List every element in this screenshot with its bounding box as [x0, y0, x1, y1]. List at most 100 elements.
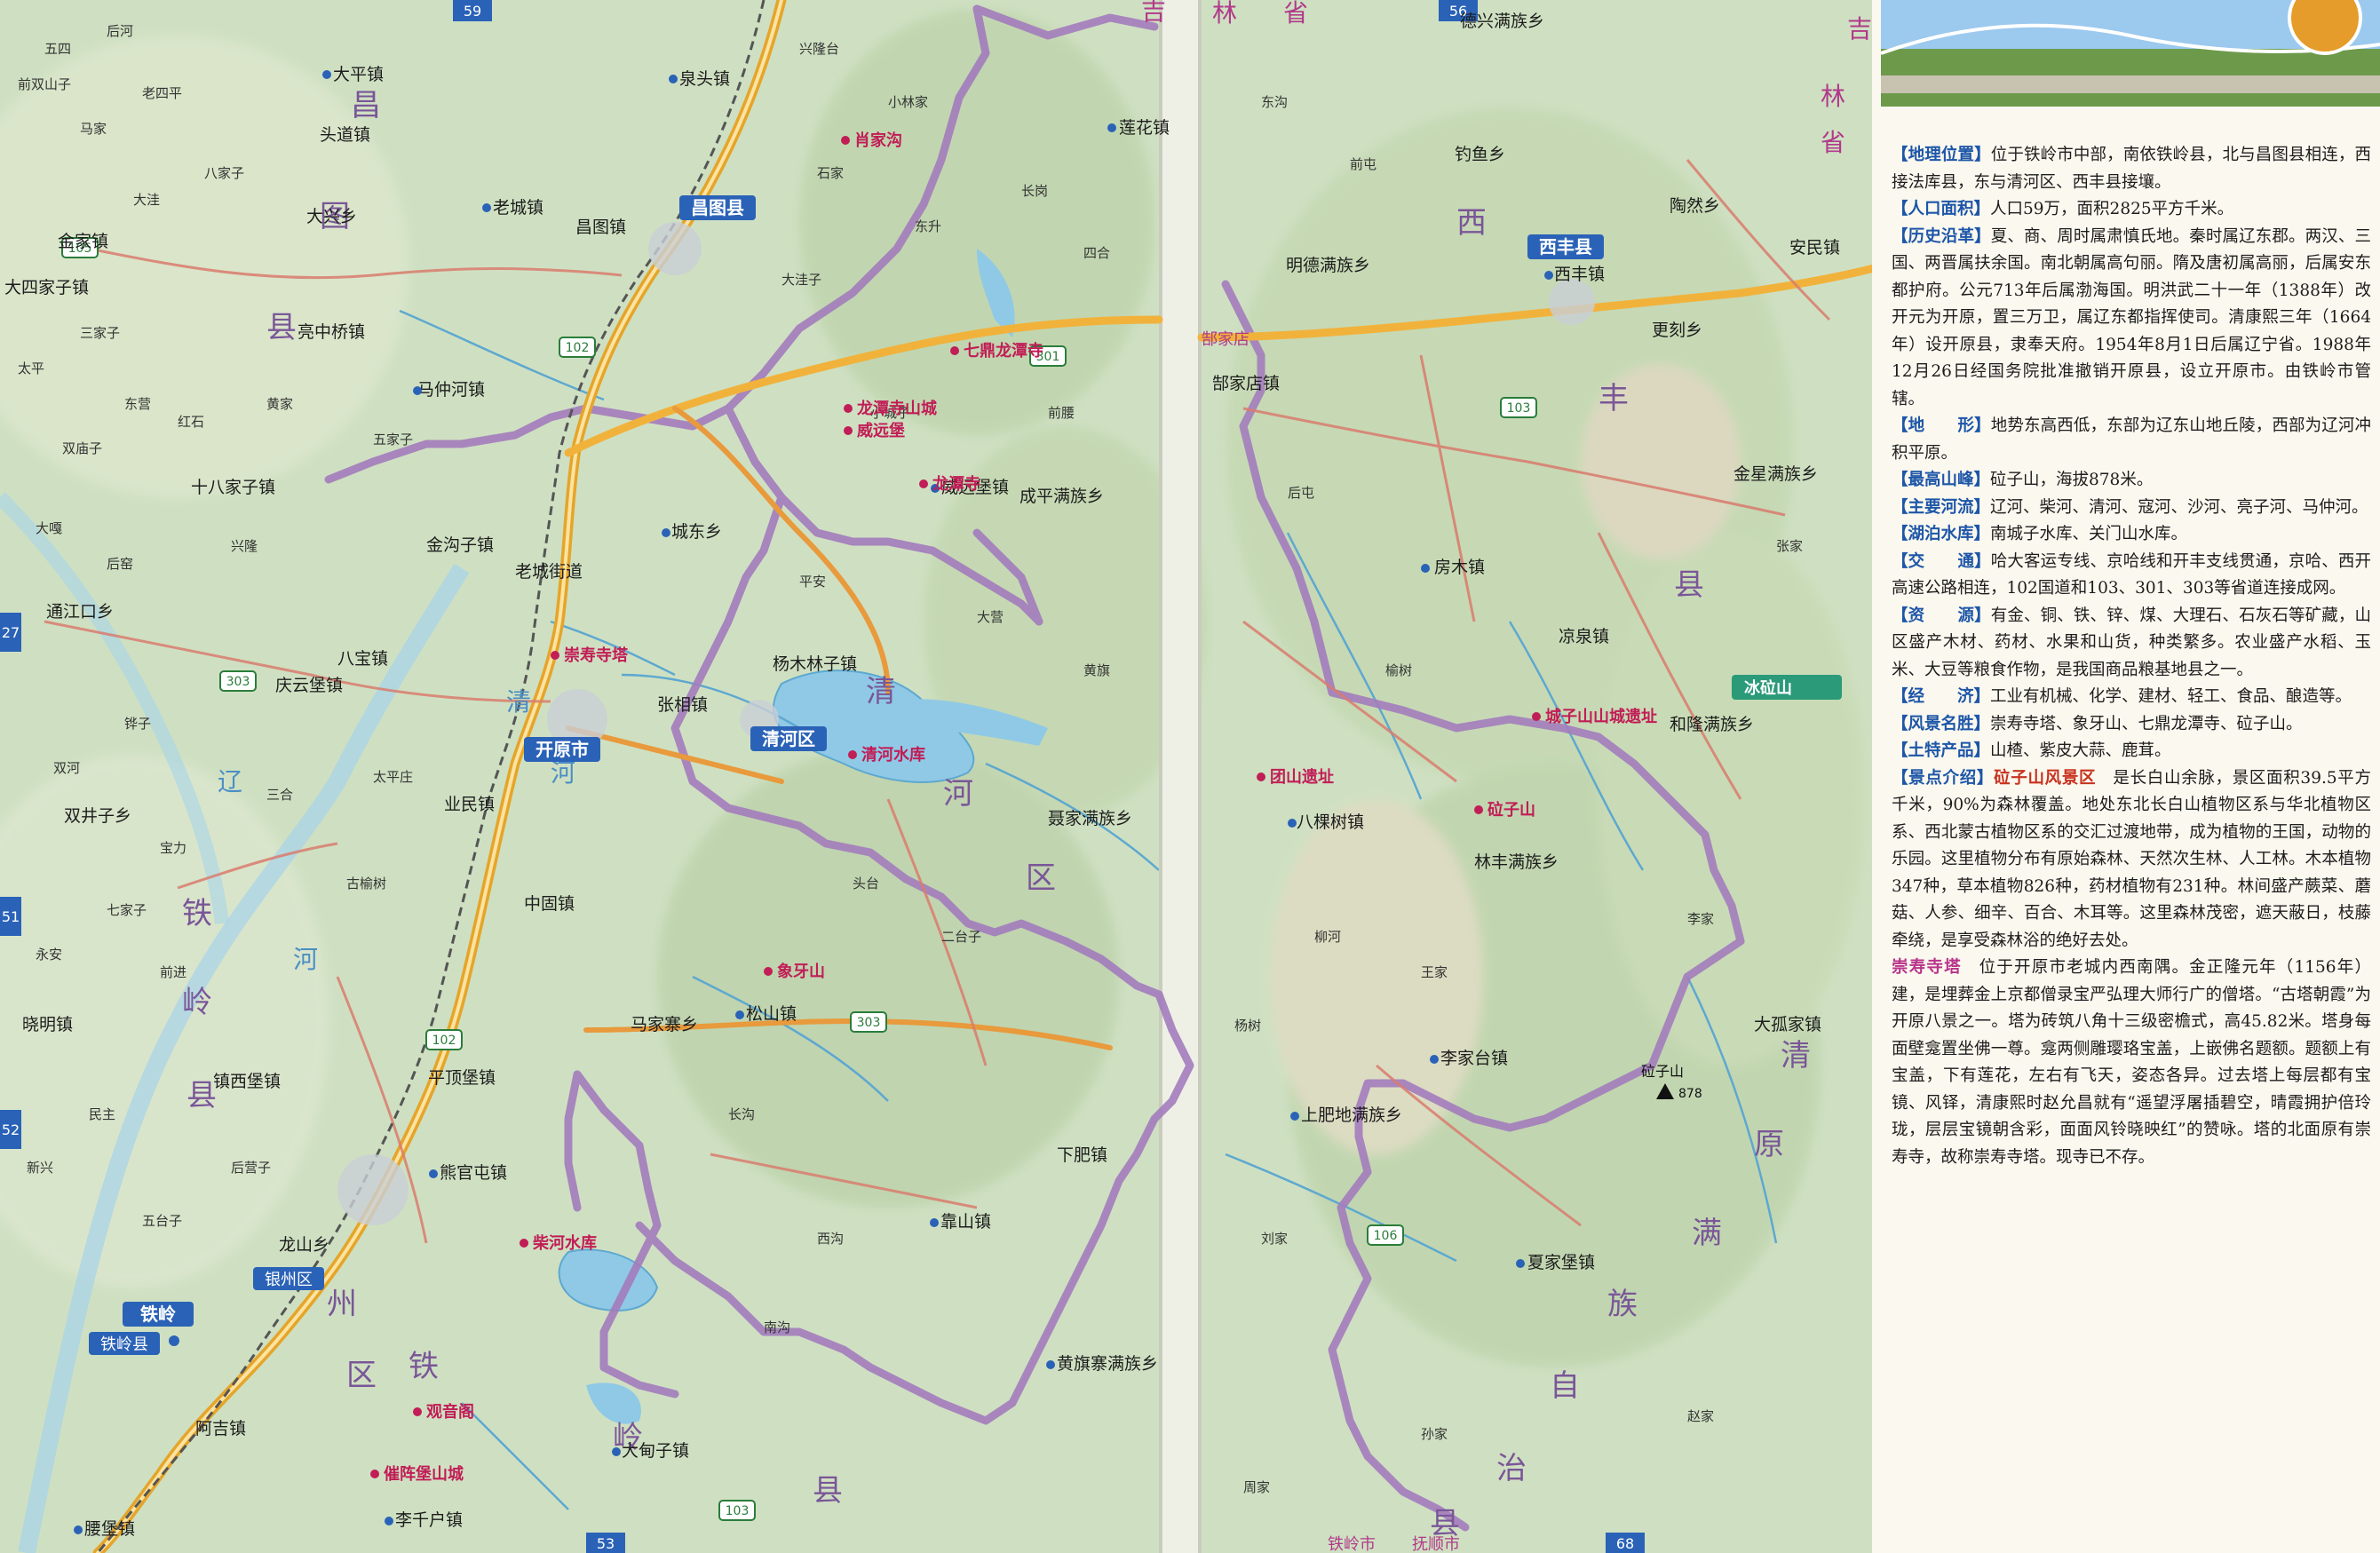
svg-text:大洼: 大洼	[133, 192, 160, 208]
svg-text:开原市: 开原市	[536, 739, 589, 760]
svg-text:砬子山: 砬子山	[1641, 1063, 1684, 1080]
svg-text:南沟: 南沟	[764, 1319, 790, 1335]
svg-text:西丰镇: 西丰镇	[1554, 265, 1605, 284]
info-section-text: 夏、商、周时属肃慎氏地。秦时属辽东郡。两汉、三国、两晋属扶余国。南北朝属高句丽。…	[1892, 226, 2371, 408]
svg-text:金星满族乡: 金星满族乡	[1733, 464, 1818, 484]
svg-text:102: 102	[566, 341, 590, 355]
scenic-photo	[1881, 0, 2380, 107]
region-label: 清	[1781, 1038, 1811, 1074]
svg-text:七鼎龙潭寺: 七鼎龙潭寺	[964, 341, 1043, 361]
info-section-text: 位于开原市老城内西南隅。金正隆元年（1156年）建，是埋葬金上京都僧录宝严弘理大…	[1892, 958, 2371, 1167]
svg-text:八家子: 八家子	[204, 165, 244, 181]
region-label: 治	[1496, 1451, 1527, 1486]
svg-text:后营子: 后营子	[231, 1160, 271, 1176]
svg-text:观音阁: 观音阁	[426, 1402, 474, 1422]
info-sidebar: 【地理位置】位于铁岭市中部，南依铁岭县，北与昌图县相连，西接法库县，东与清河区、…	[1881, 0, 2380, 1553]
svg-text:八棵树镇: 八棵树镇	[1297, 812, 1364, 832]
region-label: 区	[346, 1358, 377, 1393]
info-section-key: 【湖泊水库】	[1892, 525, 1991, 543]
svg-text:大甸子镇: 大甸子镇	[622, 1441, 689, 1461]
svg-text:业民镇: 业民镇	[444, 795, 495, 814]
svg-text:砬子山: 砬子山	[1488, 800, 1535, 820]
river-label: 河	[293, 945, 318, 974]
svg-text:十八家子镇: 十八家子镇	[191, 478, 275, 497]
info-section: 【景点介绍】砬子山风景区 是长白山余脉，景区面积39.5平方千米，90%为森林覆…	[1892, 765, 2371, 955]
svg-text:杨树: 杨树	[1234, 1018, 1261, 1034]
svg-text:聂家满族乡: 聂家满族乡	[1048, 809, 1132, 828]
info-text: 【地理位置】位于铁岭市中部，南依铁岭县，北与昌图县相连，西接法库县，东与清河区、…	[1892, 142, 2371, 1171]
svg-text:李千户镇: 李千户镇	[395, 1510, 463, 1530]
info-section-key: 【风景名胜】	[1892, 714, 1991, 733]
info-section-key: 【地 形】	[1892, 416, 1991, 435]
svg-text:八宝镇: 八宝镇	[337, 649, 388, 669]
poi-marker: 冰砬山	[1732, 675, 1842, 700]
svg-text:腰堡镇: 腰堡镇	[84, 1519, 135, 1539]
svg-text:柳河: 柳河	[1314, 929, 1341, 945]
svg-text:后河: 后河	[107, 23, 133, 39]
info-section-key: 【交 通】	[1892, 551, 1991, 571]
region-label: 县	[813, 1473, 843, 1509]
info-section: 【最高山峰】砬子山，海拔878米。	[1892, 467, 2371, 495]
svg-text:陶然乡: 陶然乡	[1670, 196, 1720, 216]
info-section: 崇寿寺塔 位于开原市老城内西南隅。金正隆元年（1156年）建，是埋葬金上京都僧录…	[1892, 955, 2371, 1171]
info-section-text: 砬子山，海拔878米。	[1990, 471, 2154, 489]
svg-text:三家子: 三家子	[80, 325, 120, 341]
region-label: 族	[1607, 1287, 1638, 1322]
svg-text:镇西堡镇: 镇西堡镇	[213, 1072, 281, 1091]
svg-text:小林家: 小林家	[888, 94, 928, 110]
svg-text:后窑: 后窑	[107, 556, 133, 572]
svg-text:催阵堡山城: 催阵堡山城	[384, 1464, 464, 1484]
svg-text:赵家: 赵家	[1687, 1408, 1714, 1424]
svg-text:龙潭寺山城: 龙潭寺山城	[857, 399, 937, 418]
poi-marker: 催阵堡山城	[370, 1464, 464, 1484]
svg-text:黄旗寨满族乡: 黄旗寨满族乡	[1057, 1354, 1158, 1374]
svg-text:林丰满族乡: 林丰满族乡	[1474, 852, 1559, 872]
svg-text:银州区: 银州区	[265, 1271, 313, 1289]
svg-text:平顶堡镇: 平顶堡镇	[428, 1068, 496, 1088]
region-label: 满	[1692, 1216, 1722, 1251]
svg-text:清河水库: 清河水库	[861, 745, 925, 765]
svg-text:龙山乡: 龙山乡	[279, 1235, 329, 1255]
svg-text:清河区: 清河区	[762, 728, 815, 749]
svg-text:榆树: 榆树	[1385, 662, 1412, 678]
svg-text:团山遗址: 团山遗址	[1270, 767, 1334, 787]
info-section-key: 【地理位置】	[1892, 146, 1991, 164]
info-section-key: 【景点介绍】	[1892, 768, 1995, 788]
svg-text:通江口乡: 通江口乡	[46, 602, 114, 622]
svg-text:郜家店镇: 郜家店镇	[1212, 374, 1280, 393]
grid-number: 68	[1616, 1535, 1634, 1552]
info-section-text: 是长白山余脉，景区面积39.5平方千米，90%为森林覆盖。地处东北长白山植物区系…	[1892, 768, 2371, 950]
svg-text:抚顺市: 抚顺市	[1412, 1535, 1460, 1553]
svg-text:铁岭: 铁岭	[140, 1303, 176, 1325]
svg-text:103: 103	[1507, 401, 1531, 416]
svg-text:李家: 李家	[1687, 911, 1714, 927]
map-frame	[1872, 0, 1881, 1553]
svg-text:张相镇: 张相镇	[657, 695, 708, 715]
svg-text:西沟: 西沟	[817, 1231, 844, 1247]
river-label: 河	[551, 758, 575, 788]
svg-text:马仲河镇: 马仲河镇	[417, 380, 485, 400]
svg-text:肖家沟: 肖家沟	[854, 131, 902, 150]
region-label: 河	[943, 776, 973, 812]
region-label: 吉	[1141, 0, 1166, 26]
svg-text:铁岭市: 铁岭市	[1328, 1535, 1376, 1553]
svg-text:长岗: 长岗	[1021, 183, 1048, 199]
svg-text:106: 106	[1374, 1229, 1398, 1243]
svg-text:城子山山城遗址: 城子山山城遗址	[1545, 707, 1657, 726]
region-label: 县	[266, 310, 297, 345]
svg-text:城东乡: 城东乡	[671, 522, 722, 542]
svg-text:明德满族乡: 明德满族乡	[1286, 256, 1370, 275]
svg-text:长沟: 长沟	[728, 1106, 755, 1122]
road-shield: 106	[1367, 1224, 1404, 1246]
svg-text:大洼子: 大洼子	[781, 272, 821, 288]
info-section: 【历史沿革】夏、商、周时属肃慎氏地。秦时属辽东郡。两汉、三国、两晋属扶余国。南北…	[1892, 224, 2371, 414]
info-section-key: 【经 济】	[1892, 687, 1991, 706]
svg-text:古榆树: 古榆树	[346, 876, 386, 891]
svg-text:二台子: 二台子	[941, 929, 981, 945]
info-section: 【交 通】哈大客运专线、京哈线和开丰支线贯通，京哈、西开高速公路相连，102国道…	[1892, 549, 2371, 603]
region-label: 州	[327, 1287, 357, 1322]
svg-text:东升: 东升	[915, 218, 941, 234]
spine-edge-right	[1198, 0, 1202, 1553]
svg-text:五四: 五四	[44, 41, 71, 57]
grid-number: 52	[2, 1121, 20, 1138]
